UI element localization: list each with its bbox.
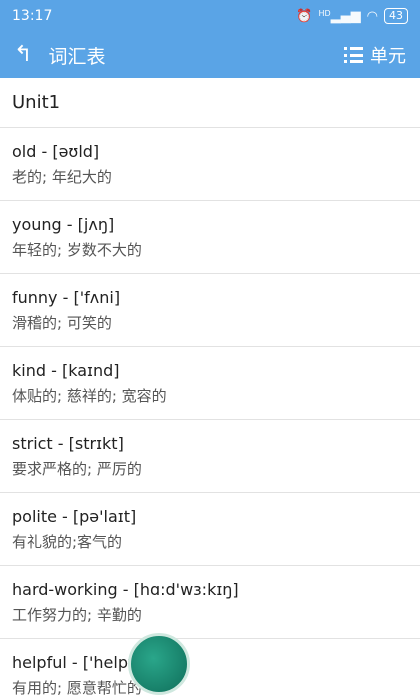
word-text: young — [12, 215, 62, 234]
word-phonetic: [əʊld] — [52, 142, 100, 161]
wifi-icon: ◠ — [366, 8, 378, 24]
word-meaning: 老的; 年纪大的 — [12, 168, 112, 186]
app-bar: ↰ 词汇表 单元 — [0, 32, 420, 78]
word-text: hard-working — [12, 580, 118, 599]
word-text: strict — [12, 434, 53, 453]
word-line: strict - [strɪkt] — [12, 433, 408, 455]
status-icons: ⏰ HD▂▄▆ ◠ 43 — [296, 8, 408, 24]
list-icon — [344, 47, 364, 63]
word-separator: - — [61, 215, 78, 234]
word-line: kind - [kaɪnd] — [12, 360, 408, 382]
unit-header: Unit1 — [0, 78, 420, 128]
word-phonetic: [hɑ:d'wɜ:kɪŋ] — [133, 580, 239, 599]
word-item[interactable]: strict - [strɪkt] 要求严格的; 严厉的 — [0, 420, 420, 493]
back-arrow-icon[interactable]: ↰ — [14, 44, 32, 66]
word-text: helpful — [12, 653, 67, 672]
word-text: kind — [12, 361, 47, 380]
word-text: old — [12, 142, 37, 161]
word-phonetic: [jʌŋ] — [77, 215, 115, 234]
word-phonetic: [strɪkt] — [68, 434, 124, 453]
word-phonetic: [pə'laɪt] — [72, 507, 137, 526]
signal-icon: HD▂▄▆ — [318, 8, 361, 24]
battery-indicator: 43 — [384, 8, 408, 24]
word-separator: - — [36, 142, 53, 161]
word-separator: - — [57, 288, 74, 307]
vocabulary-list: Unit1 old - [əʊld] 老的; 年纪大的 young - [jʌŋ] 年… — [0, 78, 420, 700]
page-title: 词汇表 — [48, 45, 106, 68]
watermark — [128, 628, 420, 700]
watermark-logo — [128, 633, 190, 695]
unit-menu-button[interactable]: 单元 — [344, 42, 406, 68]
word-meaning: 工作努力的; 辛勤的 — [12, 606, 142, 624]
unit-menu-label: 单元 — [370, 46, 406, 67]
status-time: 13:17 — [12, 8, 53, 24]
word-item[interactable]: kind - [kaɪnd] 体贴的; 慈祥的; 宽容的 — [0, 347, 420, 420]
word-text: polite — [12, 507, 57, 526]
word-meaning: 年轻的; 岁数不大的 — [12, 241, 142, 259]
word-item[interactable]: polite - [pə'laɪt] 有礼貌的;客气的 — [0, 493, 420, 566]
word-line: polite - [pə'laɪt] — [12, 506, 408, 528]
word-meaning: 体贴的; 慈祥的; 宽容的 — [12, 387, 167, 405]
word-separator: - — [117, 580, 134, 599]
alarm-off-icon: ⏰ — [296, 8, 313, 24]
word-line: old - [əʊld] — [12, 141, 408, 163]
word-line: funny - ['fʌni] — [12, 287, 408, 309]
word-separator: - — [56, 507, 73, 526]
word-separator: - — [46, 361, 62, 380]
word-line: young - [jʌŋ] — [12, 214, 408, 236]
word-phonetic: ['helpf — [82, 653, 134, 672]
word-item[interactable]: old - [əʊld] 老的; 年纪大的 — [0, 128, 420, 201]
status-bar: 13:17 ⏰ HD▂▄▆ ◠ 43 — [0, 0, 420, 32]
word-item[interactable]: funny - ['fʌni] 滑稽的; 可笑的 — [0, 274, 420, 347]
word-line: hard-working - [hɑ:d'wɜ:kɪŋ] — [12, 579, 408, 601]
word-separator: - — [52, 434, 69, 453]
signal-label: HD — [318, 8, 331, 18]
word-item[interactable]: young - [jʌŋ] 年轻的; 岁数不大的 — [0, 201, 420, 274]
word-meaning: 滑稽的; 可笑的 — [12, 314, 112, 332]
word-separator: - — [66, 653, 83, 672]
word-meaning: 有礼貌的;客气的 — [12, 533, 123, 551]
word-phonetic: ['fʌni] — [73, 288, 121, 307]
word-phonetic: [kaɪnd] — [61, 361, 120, 380]
word-text: funny — [12, 288, 58, 307]
word-meaning: 要求严格的; 严厉的 — [12, 460, 142, 478]
